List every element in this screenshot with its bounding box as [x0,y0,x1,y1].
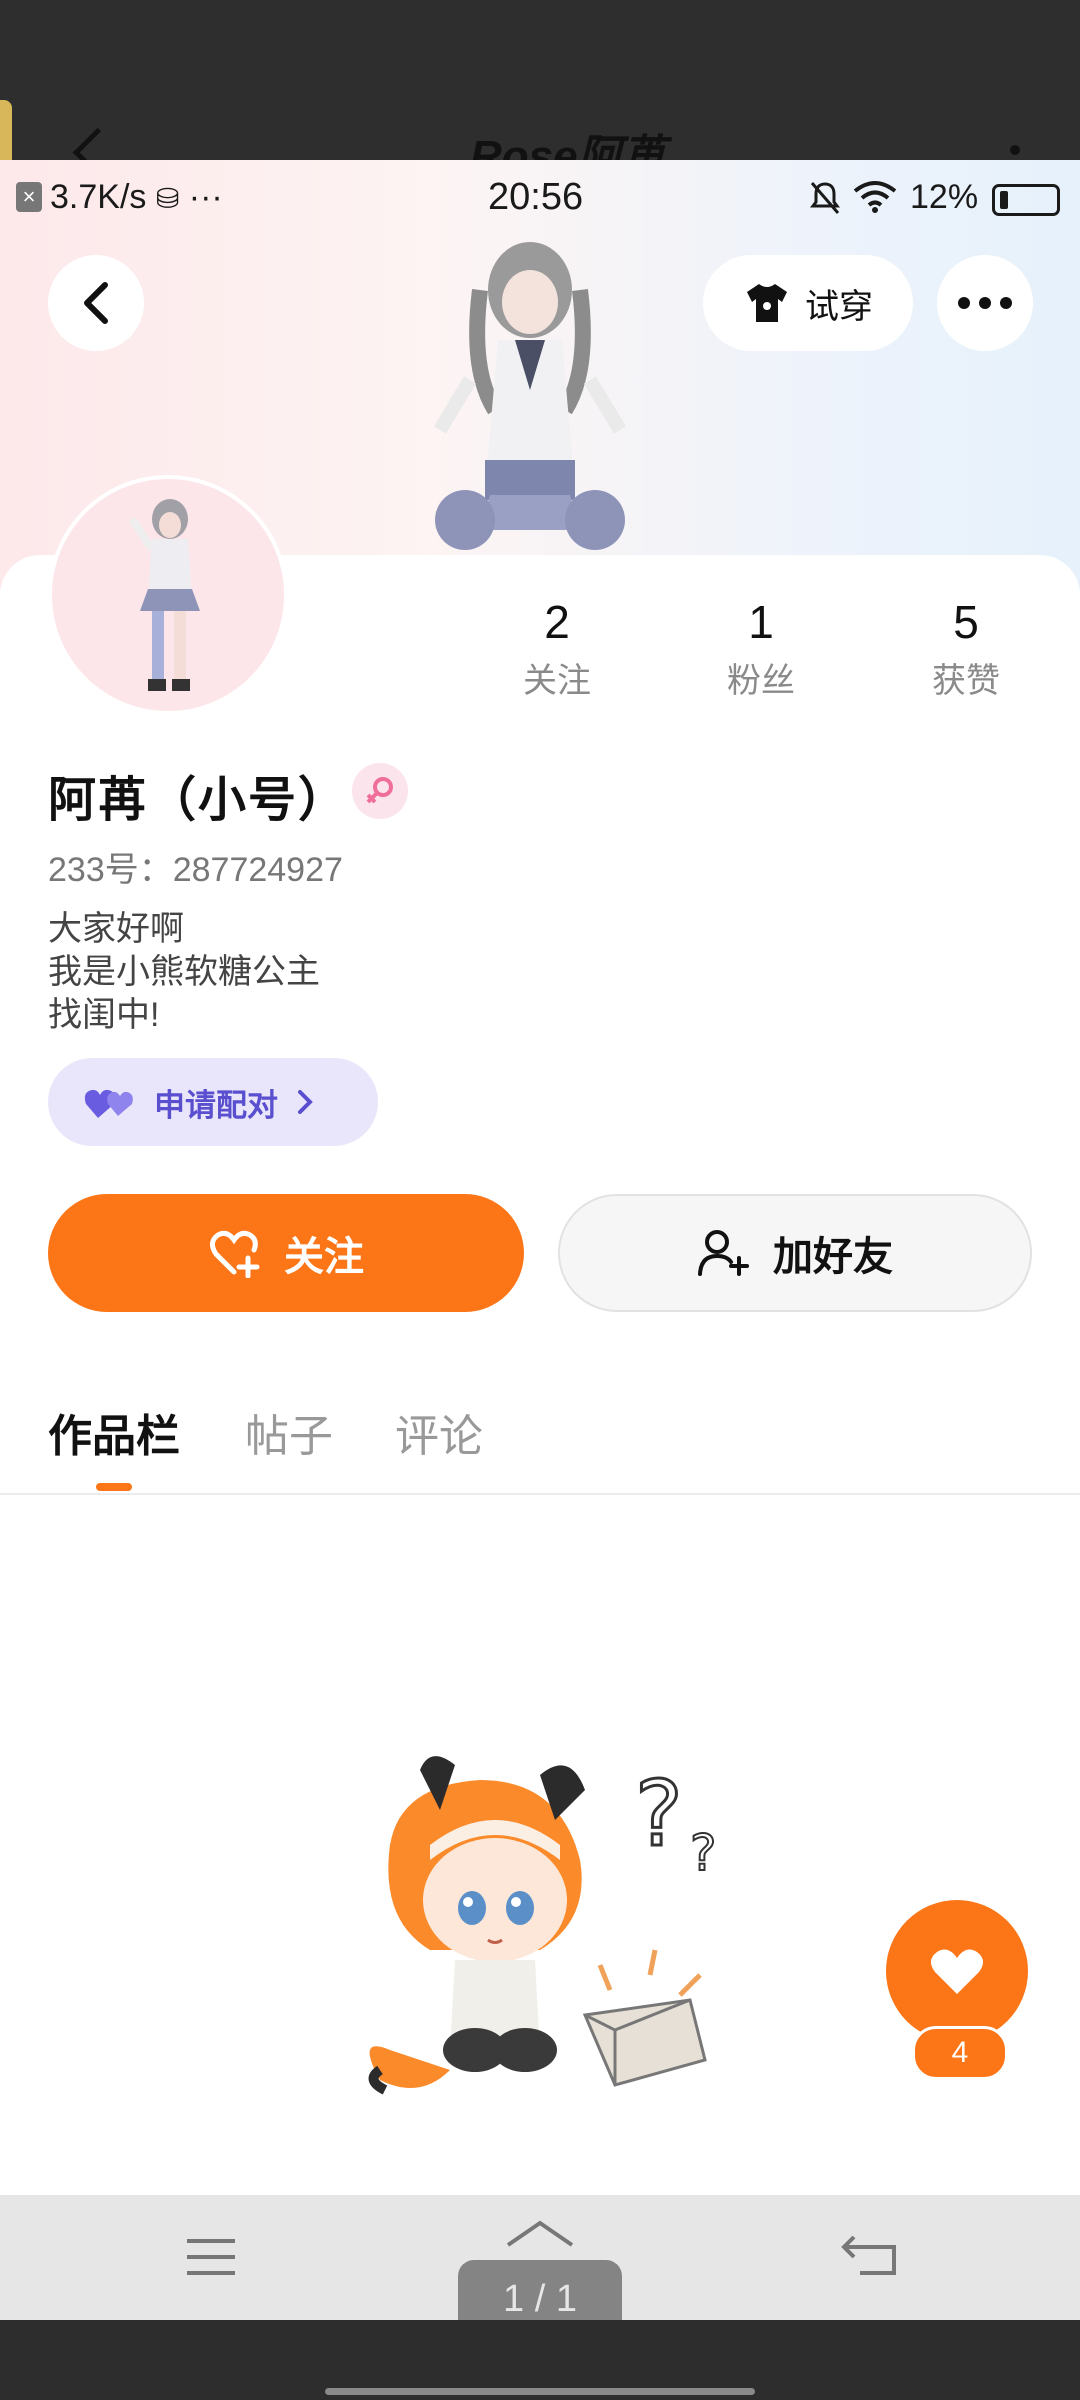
chevron-left-icon [84,282,108,324]
heart-plus-icon [210,1230,260,1278]
try-on-button[interactable]: 试穿 [703,255,913,351]
bio-line: 我是小熊软糖公主 [48,953,320,991]
battery-icon [992,184,1060,216]
user-id: 233号：287724927 [48,851,343,889]
avatar-character-image [128,499,200,691]
stat-following-value: 2 [544,596,570,648]
follow-button[interactable]: 关注 [48,1194,524,1312]
mute-bell-icon [808,180,842,221]
bio: 大家好啊 我是小熊软糖公主 找闺中! [48,908,320,1037]
bio-line: 找闺中! [48,996,160,1034]
tab-comments[interactable]: 评论 [395,1400,483,1464]
like-fab-button[interactable] [886,1900,1028,2042]
stat-likes-value: 5 [953,596,979,648]
back-nav-icon[interactable] [840,2231,900,2279]
home-indicator[interactable] [325,2388,755,2395]
heart-icon [930,1949,984,1994]
active-tab-indicator [96,1483,132,1491]
network-speed: 3.7K/s ⛁ ··· [50,178,223,217]
empty-state-illustration: ? ? [368,1756,718,2095]
tshirt-icon [747,284,787,322]
notification-icon: × [16,182,42,212]
menu-icon[interactable] [183,2235,239,2279]
follow-label: 关注 [284,1235,364,1279]
stat-following-label: 关注 [523,662,591,700]
stat-likes-label: 获赞 [932,662,1000,700]
double-heart-icon [84,1089,133,1118]
database-icon: ⛁ [155,183,180,214]
add-friend-label: 加好友 [773,1235,893,1279]
nickname: 阿苒（小号） [48,774,349,827]
home-icon[interactable] [500,2215,580,2265]
network-speed-text: 3.7K/s [50,178,147,216]
avatar-character-figure [433,242,627,550]
background-more-icon [1010,145,1020,155]
bio-line: 大家好啊 [48,910,184,948]
try-on-label: 试穿 [805,287,873,326]
clock: 20:56 [488,176,584,218]
tab-divider [0,1493,1080,1495]
female-icon [366,777,393,804]
stat-followers[interactable]: 1 粉丝 [701,595,821,702]
apply-pair-label: 申请配对 [154,1087,278,1123]
tab-works[interactable]: 作品栏 [48,1400,180,1464]
profile-screen: × 3.7K/s ⛁ ··· 20:56 12% 试穿 2 关注 1 粉丝 5 … [0,160,1080,2195]
more-button[interactable] [937,255,1033,351]
add-user-icon [698,1230,749,1276]
battery-percent: 12% [910,178,979,216]
add-friend-button[interactable]: 加好友 [558,1194,1032,1312]
tab-posts[interactable]: 帖子 [245,1400,333,1464]
stat-followers-value: 1 [748,596,774,648]
stat-following[interactable]: 2 关注 [497,595,617,702]
stat-likes[interactable]: 5 获赞 [906,595,1026,702]
more-horizontal-icon [958,297,1012,309]
stat-followers-label: 粉丝 [727,662,795,700]
background-app-title: Rose阿苒 [470,132,666,160]
back-button[interactable] [48,255,144,351]
battery-level [1000,191,1008,209]
svg-text:?: ? [690,1824,717,1882]
like-count-badge: 4 [912,2026,1008,2080]
chevron-right-icon [298,1090,313,1114]
avatar[interactable] [48,475,288,715]
apply-pair-button[interactable]: 申请配对 [48,1058,378,1146]
wifi-icon [852,180,898,219]
more-dots-icon: ··· [188,178,223,216]
svg-text:?: ? [635,1762,683,1867]
gender-badge [352,763,408,819]
